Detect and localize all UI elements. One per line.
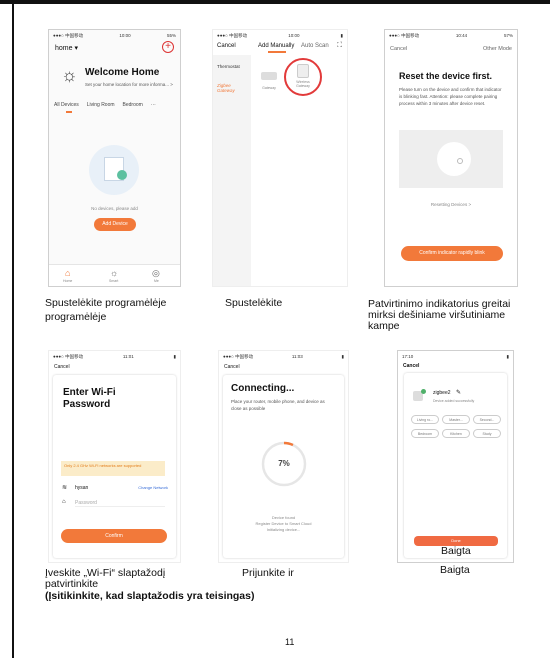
welcome-title: Welcome Home [85, 67, 160, 78]
device-wireless-gateway[interactable]: Wireless Gateway [291, 64, 315, 92]
room-chip[interactable]: Bedroom [411, 429, 439, 438]
device-gateway[interactable]: Gateway [258, 68, 280, 90]
caption-step-2: Spustelėkite [225, 297, 283, 309]
change-network-link[interactable]: Change Network [138, 485, 168, 490]
page-top-border [0, 0, 550, 4]
caption-step-3: Patvirtinimo indikatorius greitai mirksi… [368, 299, 511, 332]
tab-more[interactable]: ··· [151, 102, 156, 108]
device-added-text: Device added successfully [433, 399, 475, 403]
room-chip[interactable]: Kitchen [442, 429, 470, 438]
caption-step-6: Baigta [440, 564, 470, 576]
password-note: (Įsitikinkite, kad slaptažodis yra teisi… [45, 590, 255, 602]
screenshot-home: ●●●○ 中国移动 10:00 55% home ▾ + ☼ Welcome Hom… [48, 29, 181, 287]
device-illustration [399, 130, 503, 188]
password-field[interactable]: Password [75, 500, 165, 507]
empty-text: No devices, please add [91, 206, 138, 211]
home-selector[interactable]: home ▾ [55, 44, 78, 52]
room-tabs: All Devices Living Room Bedroom ··· [54, 102, 176, 108]
device-name: zigbee2 [433, 390, 451, 396]
screenshot-device-added: 17:10 ▮ Cancel zigbee2 ✎ Device added suc… [397, 350, 514, 563]
confirm-button[interactable]: Confirm [61, 529, 167, 543]
room-chip[interactable]: Master... [442, 415, 470, 424]
tab-indicator [268, 51, 286, 53]
cancel-button[interactable]: Cancel [224, 364, 240, 370]
tab-smart-icon[interactable]: ☼ [110, 268, 118, 278]
add-device-button[interactable]: Add Device [94, 218, 136, 231]
bottom-tab-bar: ⌂ Home ☼ Smart ◎ Me [49, 264, 180, 286]
page-left-border [12, 4, 14, 658]
tab-indicator [66, 111, 72, 113]
sidebar-item-zigbee[interactable]: Zigbee Gateway [217, 83, 247, 93]
caption-step-5: Prijunkite ir [242, 567, 294, 579]
progress-percent: 7% [278, 459, 290, 468]
wifi-name: hysan [75, 485, 89, 491]
empty-illustration [89, 145, 139, 195]
tab-home-label: Home [63, 279, 73, 283]
category-sidebar: Thermostat Zigbee Gateway [213, 55, 251, 286]
scan-icon[interactable]: ⛶ [337, 42, 342, 50]
confirm-blink-button[interactable]: Confirm indicator rapidly blink [401, 246, 503, 261]
done-button-label: Done [451, 538, 461, 543]
frequency-notice: Only 2.4 GHz Wi-Fi networks are supporte… [61, 461, 165, 476]
cancel-button[interactable]: Cancel [217, 43, 236, 49]
cancel-button[interactable]: Cancel [403, 363, 419, 369]
screenshot-add-manually: ●●●○ 中国移动 10:00 ▮ Cancel Add Manually Auto… [212, 29, 348, 287]
step-device-found: Device found [271, 515, 296, 520]
caption-step-4: Įveskite „Wi-Fi“ slaptažodį patvirtinkit… [45, 567, 166, 590]
step-register: Register Device to Smart Cloud [255, 521, 312, 526]
other-mode-link[interactable]: Other Mode [483, 46, 512, 52]
room-chips: Living ro... Master... Second... Bedroom… [411, 415, 503, 438]
screenshot-reset-device: ●●●○ 中国移动 10:44 57% Cancel Other Mode Rese… [384, 29, 518, 287]
reset-title: Reset the device first. [399, 71, 493, 81]
sun-icon: ☼ [61, 65, 78, 85]
done-overlay-caption: Baigta [441, 545, 471, 557]
cancel-button[interactable]: Cancel [390, 46, 407, 52]
success-dot [421, 389, 426, 394]
screenshot-connecting: ●●●○ 中国移动 11:03 ▮ Cancel Connecting... Pla… [218, 350, 349, 563]
tab-smart-label: Smart [109, 279, 119, 283]
connecting-title: Connecting... [231, 383, 295, 394]
room-chip[interactable]: Study [473, 429, 501, 438]
welcome-subtitle[interactable]: Set your home location for more informa.… [85, 82, 173, 87]
cancel-button[interactable]: Cancel [54, 364, 70, 370]
device-label: Gateway [262, 86, 276, 90]
device-label: Wireless Gateway [296, 80, 310, 88]
connecting-subtitle: Place your router, mobile phone, and dev… [231, 399, 325, 411]
tab-all-devices[interactable]: All Devices [54, 102, 79, 108]
wifi-title: Enter Wi-Fi Password [63, 387, 116, 410]
lock-icon: ⌂ [62, 499, 66, 505]
step-initializing: Initializing device... [266, 527, 301, 532]
page-number: 11 [285, 637, 295, 647]
edit-icon[interactable]: ✎ [456, 389, 461, 396]
tab-home-icon[interactable]: ⌂ [65, 268, 70, 278]
add-icon[interactable]: + [162, 41, 174, 53]
reset-instructions: Please turn on the device and confirm th… [399, 87, 502, 106]
tab-bedroom[interactable]: Bedroom [123, 102, 143, 108]
tab-auto-scan[interactable]: Auto Scan [301, 43, 329, 49]
tab-me-label: Me [154, 279, 159, 283]
tab-add-manually[interactable]: Add Manually [258, 43, 294, 49]
screenshot-wifi-password: ●●●○ 中国移动 11:01 ▮ Cancel Enter Wi-Fi Passw… [48, 350, 181, 563]
tab-living-room[interactable]: Living Room [87, 102, 115, 108]
room-chip[interactable]: Second... [473, 415, 501, 424]
sidebar-item-thermostat[interactable]: Thermostat [217, 64, 240, 69]
room-chip[interactable]: Living ro... [411, 415, 439, 424]
wifi-icon: ≋ [62, 485, 68, 491]
tab-me-icon[interactable]: ◎ [152, 268, 160, 279]
resetting-devices-link[interactable]: Resetting Devices > [385, 202, 517, 207]
caption-step-1: Spustelėkite programėlėje programėlėje [45, 297, 167, 323]
